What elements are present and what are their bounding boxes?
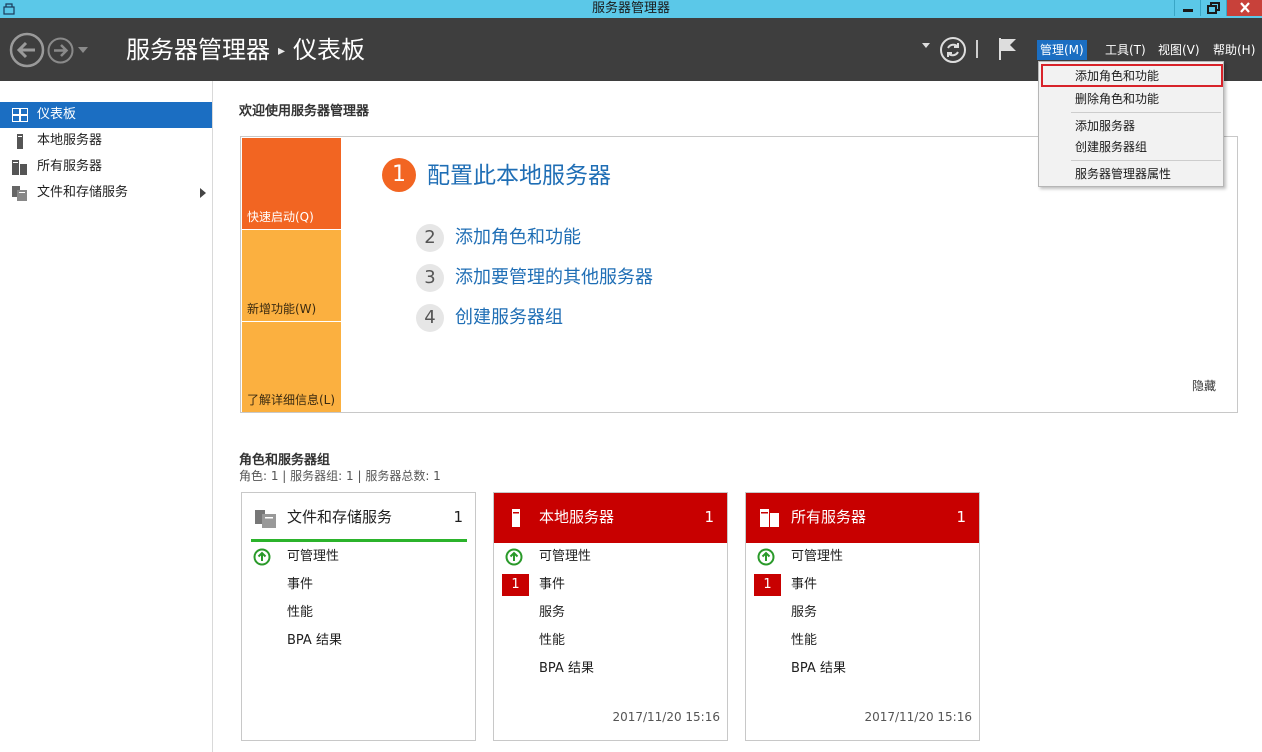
restore-icon [1207, 2, 1220, 14]
manage-dropdown-menu: 添加角色和功能 删除角色和功能 添加服务器 创建服务器组 服务器管理器属性 [1038, 61, 1224, 187]
menu-item-add-roles-features[interactable]: 添加角色和功能 [1075, 68, 1159, 84]
roles-section-title: 角色和服务器组 [239, 453, 331, 468]
role-card-all-servers[interactable]: 所有服务器 1 可管理性 1 事件 服务 性能 BPA 结果 2017/11/2… [745, 492, 980, 741]
card-header[interactable]: 所有服务器 1 [746, 493, 979, 543]
sidebar-item-all-servers[interactable]: 所有服务器 [0, 154, 212, 180]
menu-item-remove-roles-features[interactable]: 删除角色和功能 [1075, 91, 1159, 107]
row-manageability[interactable]: 可管理性 [539, 548, 591, 566]
dashboard-icon [12, 108, 28, 122]
step-number: 1 [382, 158, 416, 192]
servers-icon [12, 160, 27, 175]
status-ok-icon [253, 548, 271, 566]
close-icon [1240, 2, 1250, 13]
event-count-badge: 1 [502, 574, 529, 596]
card-timestamp: 2017/11/20 15:16 [864, 710, 972, 724]
tab-label: 新增功能(W) [247, 302, 317, 316]
status-ok-icon [505, 548, 523, 566]
minimize-button[interactable] [1174, 0, 1200, 16]
menu-divider [1071, 160, 1221, 161]
breadcrumb-current: 仪表板 [293, 36, 366, 64]
sidebar-item-label: 仪表板 [37, 107, 77, 122]
file-storage-icon [255, 510, 276, 528]
menu-help[interactable]: 帮助(H) [1210, 40, 1258, 60]
breadcrumb-root[interactable]: 服务器管理器 [126, 36, 270, 64]
restore-button[interactable] [1200, 0, 1226, 16]
sidebar-item-label: 所有服务器 [37, 159, 103, 174]
tab-quick-start[interactable]: 快速启动(Q) [242, 138, 341, 229]
status-ok-icon [757, 548, 775, 566]
card-count: 1 [956, 508, 966, 526]
sidebar-item-local-server[interactable]: 本地服务器 [0, 128, 212, 154]
menu-tools[interactable]: 工具(T) [1102, 40, 1149, 60]
sidebar: 仪表板 本地服务器 所有服务器 文件和存储服务 [0, 81, 213, 752]
minimize-icon [1183, 9, 1193, 12]
expand-arrow-icon[interactable] [200, 188, 206, 198]
close-button[interactable] [1226, 0, 1262, 16]
row-manageability[interactable]: 可管理性 [287, 548, 339, 566]
row-events[interactable]: 事件 [791, 576, 817, 594]
card-header[interactable]: 文件和存储服务 1 [251, 493, 467, 542]
sidebar-item-file-storage[interactable]: 文件和存储服务 [0, 180, 212, 206]
role-card-local-server[interactable]: 本地服务器 1 可管理性 1 事件 服务 性能 BPA 结果 2017/11/2… [493, 492, 728, 741]
link-create-server-group[interactable]: 创建服务器组 [455, 304, 563, 332]
refresh-icon[interactable] [939, 36, 967, 64]
tab-label: 快速启动(Q) [247, 210, 314, 224]
step-number: 2 [416, 224, 444, 252]
notifications-flag-icon[interactable] [996, 36, 1018, 62]
card-count: 1 [704, 508, 714, 526]
link-configure-local-server[interactable]: 配置此本地服务器 [427, 161, 611, 191]
menu-divider [1071, 112, 1221, 113]
card-title: 本地服务器 [539, 508, 615, 526]
header-divider [976, 40, 978, 58]
menu-item-create-server-group[interactable]: 创建服务器组 [1075, 139, 1147, 155]
tab-whats-new[interactable]: 新增功能(W) [242, 230, 341, 321]
row-services[interactable]: 服务 [539, 604, 565, 622]
tab-label: 了解详细信息(L) [247, 393, 336, 407]
menu-item-add-servers[interactable]: 添加服务器 [1075, 118, 1135, 134]
back-arrow-icon[interactable] [9, 32, 45, 68]
welcome-title: 欢迎使用服务器管理器 [239, 104, 370, 119]
row-bpa-results[interactable]: BPA 结果 [539, 660, 594, 678]
row-performance[interactable]: 性能 [287, 604, 313, 622]
link-add-other-servers[interactable]: 添加要管理的其他服务器 [455, 264, 653, 292]
breadcrumb: 服务器管理器 ▸ 仪表板 [126, 35, 365, 69]
event-count-badge: 1 [754, 574, 781, 596]
server-icon [17, 134, 23, 149]
row-manageability[interactable]: 可管理性 [791, 548, 843, 566]
row-services[interactable]: 服务 [791, 604, 817, 622]
card-header[interactable]: 本地服务器 1 [494, 493, 727, 543]
window-title: 服务器管理器 [591, 1, 670, 16]
row-performance[interactable]: 性能 [791, 632, 817, 650]
hide-link[interactable]: 隐藏 [1192, 377, 1216, 394]
sidebar-item-dashboard[interactable]: 仪表板 [0, 102, 212, 128]
row-bpa-results[interactable]: BPA 结果 [791, 660, 846, 678]
title-bar: 服务器管理器 [0, 0, 1262, 18]
menu-item-server-manager-properties[interactable]: 服务器管理器属性 [1075, 166, 1171, 182]
forward-arrow-icon[interactable] [47, 37, 74, 64]
servers-icon [760, 509, 779, 527]
card-timestamp: 2017/11/20 15:16 [612, 710, 720, 724]
step-number: 3 [416, 264, 444, 292]
card-count: 1 [453, 508, 463, 526]
breadcrumb-separator: ▸ [278, 43, 286, 59]
history-dropdown-icon[interactable] [78, 47, 88, 53]
row-events[interactable]: 事件 [287, 576, 313, 594]
role-card-file-storage[interactable]: 文件和存储服务 1 可管理性 事件 性能 BPA 结果 [241, 492, 476, 741]
card-title: 文件和存储服务 [287, 508, 393, 526]
tab-learn-more[interactable]: 了解详细信息(L) [242, 322, 341, 412]
file-storage-icon [12, 186, 27, 201]
sidebar-item-label: 本地服务器 [37, 133, 103, 148]
row-performance[interactable]: 性能 [539, 632, 565, 650]
row-bpa-results[interactable]: BPA 结果 [287, 632, 342, 650]
card-title: 所有服务器 [791, 508, 867, 526]
link-add-roles-features[interactable]: 添加角色和功能 [455, 224, 581, 252]
roles-summary: 角色: 1 | 服务器组: 1 | 服务器总数: 1 [239, 469, 441, 483]
dropdown-icon[interactable] [922, 43, 930, 48]
step-number: 4 [416, 304, 444, 332]
menu-view[interactable]: 视图(V) [1155, 40, 1203, 60]
sidebar-item-label: 文件和存储服务 [37, 185, 129, 200]
server-icon [512, 509, 520, 527]
menu-manage[interactable]: 管理(M) [1037, 40, 1087, 60]
row-events[interactable]: 事件 [539, 576, 565, 594]
